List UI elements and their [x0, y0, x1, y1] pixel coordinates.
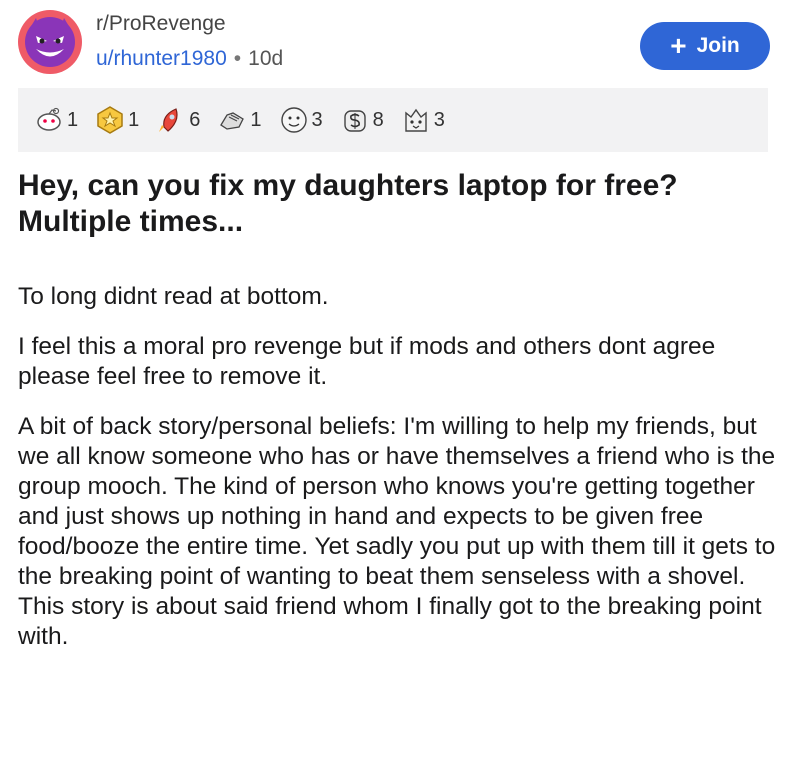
post-header: r/ProRevenge u/rhunter1980 • 10d + Join: [18, 8, 782, 80]
devil-face-icon: [25, 17, 75, 67]
body-paragraph: I feel this a moral pro revenge but if m…: [18, 333, 716, 390]
plus-icon: +: [670, 30, 687, 61]
award-item[interactable]: 1: [95, 105, 139, 135]
award-item[interactable]: 1: [217, 105, 262, 135]
award-count: 8: [372, 108, 384, 131]
post-age: 10d: [248, 47, 284, 70]
meta-separator: •: [233, 47, 242, 70]
body-paragraph: A bit of back story/personal beliefs: I'…: [18, 413, 776, 650]
join-button[interactable]: + Join: [640, 22, 770, 70]
author-username[interactable]: u/rhunter1980: [96, 47, 227, 70]
award-count: 3: [311, 108, 323, 131]
award-item[interactable]: 3: [279, 105, 323, 135]
rocket-award-icon: [156, 105, 186, 135]
post-body: To long didnt read at bottom. I feel thi…: [18, 282, 788, 672]
award-count: 3: [433, 108, 445, 131]
award-count: 6: [189, 108, 201, 131]
award-count: 1: [67, 108, 79, 131]
gold-star-award-icon: [95, 105, 125, 135]
award-item[interactable]: 3: [401, 105, 445, 135]
awards-bar[interactable]: 1 1 6 1 3 8 3: [18, 88, 768, 152]
post-title[interactable]: Hey, can you fix my daughters laptop for…: [18, 168, 778, 240]
hand-award-icon: [217, 105, 247, 135]
award-count: 1: [250, 108, 262, 131]
author-line: u/rhunter1980 • 10d: [96, 44, 283, 74]
award-item[interactable]: 1: [34, 105, 78, 135]
award-item[interactable]: 6: [156, 105, 200, 135]
subreddit-avatar[interactable]: [18, 10, 82, 74]
money-bag-award-icon: [340, 105, 370, 135]
subreddit-name[interactable]: r/ProRevenge: [96, 10, 283, 38]
face-award-icon: [279, 105, 309, 135]
award-count: 1: [128, 108, 140, 131]
snoo-award-icon: [34, 105, 64, 135]
cat-face-award-icon: [401, 105, 431, 135]
join-label: Join: [696, 34, 740, 57]
body-paragraph: To long didnt read at bottom.: [18, 283, 329, 310]
post-meta: r/ProRevenge u/rhunter1980 • 10d: [96, 10, 283, 74]
award-item[interactable]: 8: [340, 105, 384, 135]
